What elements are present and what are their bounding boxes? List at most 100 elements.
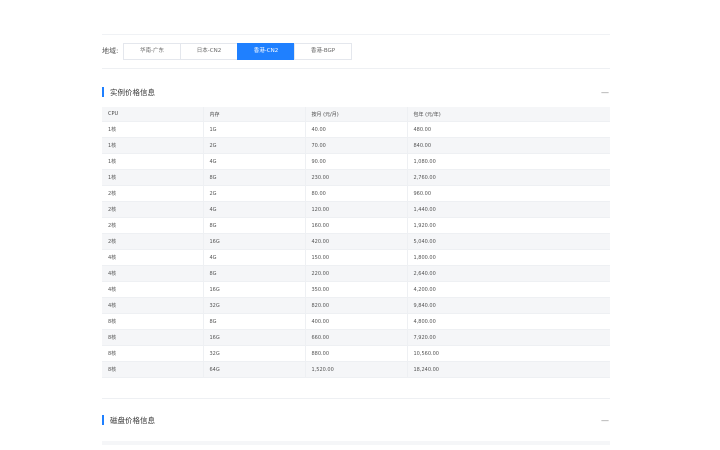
cell-monthly: 70.00	[305, 137, 408, 154]
cell-memory: 16G	[203, 233, 306, 250]
table-header-row: CPU 内存 按月 (元/月) 包年 (元/年)	[102, 107, 610, 122]
table-row: 1核 2G 70.00 840.00	[102, 137, 610, 154]
cell-yearly: 4,800.00	[407, 313, 610, 330]
instance-section-header[interactable]: 实例价格信息 —	[102, 77, 610, 107]
section-divider	[102, 398, 610, 399]
cell-cpu: 4核	[102, 297, 204, 314]
disk-section-header[interactable]: 磁盘价格信息 —	[102, 405, 610, 435]
cell-memory: 32G	[203, 297, 306, 314]
cell-monthly: 350.00	[305, 281, 408, 298]
cell-memory: 4G	[203, 201, 306, 218]
column-header-cpu: CPU	[102, 107, 204, 122]
table-row: 2核 4G 120.00 1,440.00	[102, 201, 610, 218]
table-row: 2核 2G 80.00 960.00	[102, 185, 610, 202]
cell-cpu: 8核	[102, 345, 204, 362]
cell-monthly: 230.00	[305, 169, 408, 186]
cell-memory: 2G	[203, 185, 306, 202]
cell-memory: 2G	[203, 137, 306, 154]
cell-cpu: 2核	[102, 201, 204, 218]
cell-monthly: 150.00	[305, 249, 408, 266]
column-header-yearly: 包年 (元/年)	[407, 107, 610, 122]
table-row: 4核 8G 220.00 2,640.00	[102, 265, 610, 282]
table-row: 1核 8G 230.00 2,760.00	[102, 169, 610, 186]
cell-cpu: 1核	[102, 137, 204, 154]
table-row: 4核 32G 820.00 9,840.00	[102, 297, 610, 314]
table-row: 4核 16G 350.00 4,200.00	[102, 281, 610, 298]
cell-yearly: 1,800.00	[407, 249, 610, 266]
region-divider	[102, 68, 610, 69]
cell-yearly: 840.00	[407, 137, 610, 154]
cell-monthly: 160.00	[305, 217, 408, 234]
collapse-icon[interactable]: —	[601, 416, 609, 425]
cell-yearly: 480.00	[407, 121, 610, 138]
cell-memory: 8G	[203, 265, 306, 282]
region-tab-hongkong-bgp[interactable]: 香港-BGP	[294, 42, 352, 60]
cell-monthly: 40.00	[305, 121, 408, 138]
section-accent-bar	[102, 415, 104, 425]
cell-monthly: 90.00	[305, 153, 408, 170]
cell-yearly: 10,560.00	[407, 345, 610, 362]
cell-cpu: 1核	[102, 169, 204, 186]
table-row: 2核 16G 420.00 5,040.00	[102, 233, 610, 250]
cell-cpu: 2核	[102, 233, 204, 250]
cell-yearly: 2,760.00	[407, 169, 610, 186]
cell-cpu: 2核	[102, 185, 204, 202]
collapse-icon[interactable]: —	[601, 88, 609, 97]
cell-cpu: 1核	[102, 153, 204, 170]
table-row: 8核 32G 880.00 10,560.00	[102, 345, 610, 362]
pricing-panel: 地域: 华南-广东 日本-CN2 香港-CN2 香港-BGP 实例价格信息 — …	[102, 34, 610, 445]
cell-cpu: 8核	[102, 361, 204, 378]
table-row: 4核 4G 150.00 1,800.00	[102, 249, 610, 266]
cell-memory: 4G	[203, 153, 306, 170]
cell-cpu: 4核	[102, 265, 204, 282]
cell-yearly: 1,440.00	[407, 201, 610, 218]
cell-memory: 64G	[203, 361, 306, 378]
cell-monthly: 80.00	[305, 185, 408, 202]
instance-price-table: CPU 内存 按月 (元/月) 包年 (元/年) 1核 1G 40.00 480.00…	[102, 107, 610, 378]
cell-yearly: 1,920.00	[407, 217, 610, 234]
column-header-memory: 内存	[203, 107, 306, 122]
table-row: 1核 4G 90.00 1,080.00	[102, 153, 610, 170]
cell-cpu: 4核	[102, 281, 204, 298]
table-row: 8核 64G 1,520.00 18,240.00	[102, 361, 610, 378]
cell-memory: 1G	[203, 121, 306, 138]
instance-section-title: 实例价格信息	[110, 87, 155, 97]
cell-monthly: 120.00	[305, 201, 408, 218]
region-tabs: 华南-广东 日本-CN2 香港-CN2 香港-BGP	[123, 42, 352, 60]
disk-section-title: 磁盘价格信息	[110, 415, 155, 425]
table-row: 8核 8G 400.00 4,800.00	[102, 313, 610, 330]
cell-monthly: 420.00	[305, 233, 408, 250]
cell-cpu: 8核	[102, 329, 204, 346]
cell-memory: 16G	[203, 281, 306, 298]
table-row: 8核 16G 660.00 7,920.00	[102, 329, 610, 346]
cell-yearly: 18,240.00	[407, 361, 610, 378]
cell-memory: 8G	[203, 313, 306, 330]
column-header-monthly: 按月 (元/月)	[305, 107, 408, 122]
cell-cpu: 1核	[102, 121, 204, 138]
cell-memory: 16G	[203, 329, 306, 346]
cell-cpu: 8核	[102, 313, 204, 330]
region-selector: 地域: 华南-广东 日本-CN2 香港-CN2 香港-BGP	[102, 35, 610, 67]
cell-yearly: 5,040.00	[407, 233, 610, 250]
cell-monthly: 820.00	[305, 297, 408, 314]
cell-yearly: 4,200.00	[407, 281, 610, 298]
region-tab-japan-cn2[interactable]: 日本-CN2	[180, 42, 238, 60]
section-accent-bar	[102, 87, 104, 97]
cell-monthly: 1,520.00	[305, 361, 408, 378]
table-body: 1核 1G 40.00 480.00 1核 2G 70.00 840.00 1核 4G 90.00 1…	[102, 121, 610, 378]
cell-cpu: 2核	[102, 217, 204, 234]
region-tab-guangdong[interactable]: 华南-广东	[123, 42, 181, 60]
cell-yearly: 9,840.00	[407, 297, 610, 314]
cell-memory: 8G	[203, 217, 306, 234]
cell-monthly: 880.00	[305, 345, 408, 362]
cell-memory: 4G	[203, 249, 306, 266]
cell-memory: 8G	[203, 169, 306, 186]
region-label: 地域:	[102, 47, 119, 55]
cell-monthly: 400.00	[305, 313, 408, 330]
cell-cpu: 4核	[102, 249, 204, 266]
cell-monthly: 660.00	[305, 329, 408, 346]
cell-monthly: 220.00	[305, 265, 408, 282]
cell-yearly: 2,640.00	[407, 265, 610, 282]
region-tab-hongkong-cn2[interactable]: 香港-CN2	[237, 42, 295, 60]
cell-yearly: 1,080.00	[407, 153, 610, 170]
